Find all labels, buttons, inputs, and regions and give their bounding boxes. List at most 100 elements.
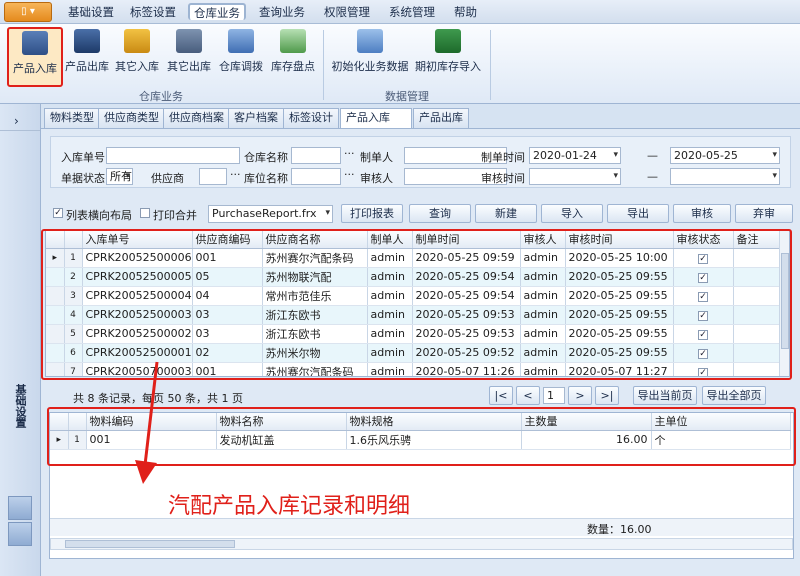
menu-basic-settings[interactable]: 基础设置 bbox=[64, 4, 118, 21]
detail-horizontal-scroll-thumb[interactable] bbox=[65, 540, 235, 548]
forklift-icon bbox=[124, 29, 150, 53]
panel-divider bbox=[0, 130, 40, 131]
panel-nav-block-2[interactable] bbox=[8, 522, 32, 546]
init-gear-icon bbox=[357, 29, 383, 53]
panel-nav-block[interactable] bbox=[8, 496, 32, 520]
product-in-button[interactable]: 产品入库 bbox=[7, 27, 63, 87]
tab-label-design[interactable]: 标签设计 bbox=[283, 108, 339, 128]
audit-button[interactable]: 审核 bbox=[673, 204, 731, 223]
stocktake-button[interactable]: 库存盘点 bbox=[270, 27, 316, 85]
warehouse-transfer-label: 仓库调拨 bbox=[219, 60, 263, 73]
report-template-select[interactable]: PurchaseReport.frx bbox=[208, 205, 333, 223]
print-report-button[interactable]: 打印报表 bbox=[341, 204, 403, 223]
opening-stock-import-label: 期初库存导入 bbox=[415, 60, 481, 73]
other-out-label: 其它出库 bbox=[167, 60, 211, 73]
maker-label: 制单人 bbox=[360, 151, 393, 164]
menu-query-business[interactable]: 查询业务 bbox=[255, 4, 309, 21]
left-panel-label: 基础设置 bbox=[14, 384, 27, 428]
import-button[interactable]: 导入 bbox=[541, 204, 603, 223]
wh-name-label: 仓库名称 bbox=[244, 151, 288, 164]
menu-permission[interactable]: 权限管理 bbox=[320, 4, 374, 21]
inventory-check-icon bbox=[280, 29, 306, 53]
pager-next-button[interactable]: > bbox=[568, 386, 592, 405]
auditor-label: 审核人 bbox=[360, 172, 393, 185]
pager-prev-button[interactable]: < bbox=[516, 386, 540, 405]
export-button[interactable]: 导出 bbox=[607, 204, 669, 223]
layout-checkbox-label: 列表横向布局 bbox=[66, 209, 132, 222]
excel-icon bbox=[435, 29, 461, 53]
unaudit-button[interactable]: 弃审 bbox=[735, 204, 793, 223]
tab-supplier-type[interactable]: 供应商类型 bbox=[98, 108, 165, 128]
document-tabs: 物料类型 供应商类型 供应商档案 客户档案 标签设计 产品入库 ✕ 产品出库 bbox=[41, 108, 800, 142]
transfer-document-icon bbox=[228, 29, 254, 53]
pager-last-button[interactable]: >| bbox=[595, 386, 619, 405]
annotation-arrow-icon bbox=[135, 361, 159, 484]
pager-first-button[interactable]: |< bbox=[489, 386, 513, 405]
init-data-button[interactable]: 初始化业务数据 bbox=[330, 27, 410, 85]
expand-chevron-icon[interactable]: › bbox=[14, 114, 19, 128]
make-time-dash: — bbox=[647, 149, 658, 162]
other-in-button[interactable]: 其它入库 bbox=[114, 27, 160, 85]
warehouse-transfer-button[interactable]: 仓库调拨 bbox=[218, 27, 264, 85]
supplier-input[interactable] bbox=[199, 168, 227, 185]
group-label-warehouse: 仓库业务 bbox=[139, 90, 183, 103]
tab-product-in-label: 产品入库 bbox=[346, 111, 390, 124]
init-data-label: 初始化业务数据 bbox=[331, 60, 409, 73]
menu-help[interactable]: 帮助 bbox=[450, 4, 481, 21]
in-no-input[interactable] bbox=[106, 147, 240, 164]
supplier-ellipsis-button[interactable]: ··· bbox=[230, 168, 241, 181]
make-time-from-picker[interactable]: 2020-01-24 bbox=[529, 147, 621, 164]
in-no-label: 入库单号 bbox=[61, 151, 105, 164]
wh-name-ellipsis-button[interactable]: ··· bbox=[344, 147, 355, 160]
detail-horizontal-scrollbar[interactable] bbox=[50, 538, 793, 550]
other-out-button[interactable]: 其它出库 bbox=[166, 27, 212, 85]
merge-print-checkbox[interactable] bbox=[140, 208, 150, 218]
app-menu-button[interactable]: ▯ ▾ bbox=[4, 2, 52, 22]
product-out-button[interactable]: 产品出库 bbox=[64, 27, 110, 85]
tab-customer-archive[interactable]: 客户档案 bbox=[228, 108, 284, 128]
tab-product-out[interactable]: 产品出库 bbox=[413, 108, 469, 128]
query-button[interactable]: 查询 bbox=[409, 204, 471, 223]
detail-footer: 数量：16.00 bbox=[50, 518, 793, 536]
other-in-label: 其它入库 bbox=[115, 60, 159, 73]
menu-bar: ▯ ▾ 基础设置 标签设置 仓库业务 查询业务 权限管理 系统管理 帮助 bbox=[0, 0, 800, 24]
left-collapsed-panel[interactable]: › 基础设置 bbox=[0, 104, 41, 576]
product-in-label: 产品入库 bbox=[13, 62, 57, 75]
content-area: 入库单号 仓库名称 ··· 制单人 制单时间 2020-01-24 — 2020… bbox=[41, 128, 800, 576]
truck-icon bbox=[74, 29, 100, 53]
make-time-to-picker[interactable]: 2020-05-25 bbox=[670, 147, 780, 164]
supplier-label: 供应商 bbox=[151, 172, 184, 185]
product-in-icon bbox=[22, 31, 48, 55]
loc-name-label: 库位名称 bbox=[244, 172, 288, 185]
loc-name-ellipsis-button[interactable]: ··· bbox=[344, 168, 355, 181]
ribbon-group-separator-2 bbox=[490, 30, 491, 100]
merge-print-label: 打印合并 bbox=[153, 209, 197, 222]
audit-time-label: 审核时间 bbox=[481, 172, 525, 185]
audit-time-to-picker[interactable] bbox=[670, 168, 780, 185]
audit-time-from-picker[interactable] bbox=[529, 168, 621, 185]
layout-checkbox[interactable]: ✓ bbox=[53, 208, 63, 218]
wh-name-input[interactable] bbox=[291, 147, 341, 164]
status-label: 单据状态 bbox=[61, 172, 105, 185]
annotation-text: 汽配产品入库记录和明细 bbox=[168, 494, 411, 519]
export-all-pages-button[interactable]: 导出全部页 bbox=[702, 386, 766, 405]
filter-panel: 入库单号 仓库名称 ··· 制单人 制单时间 2020-01-24 — 2020… bbox=[50, 136, 791, 188]
menu-label-settings[interactable]: 标签设置 bbox=[126, 4, 180, 21]
group-label-data: 数据管理 bbox=[385, 90, 429, 103]
export-current-page-button[interactable]: 导出当前页 bbox=[633, 386, 697, 405]
audit-time-dash: — bbox=[647, 170, 658, 183]
product-out-label: 产品出库 bbox=[65, 60, 109, 73]
new-button[interactable]: 新建 bbox=[475, 204, 537, 223]
menu-system[interactable]: 系统管理 bbox=[385, 4, 439, 21]
menu-warehouse-business[interactable]: 仓库业务 bbox=[188, 3, 246, 20]
make-time-label: 制单时间 bbox=[481, 151, 525, 164]
tab-material-type[interactable]: 物料类型 bbox=[44, 108, 100, 128]
pager-page-input[interactable]: 1 bbox=[543, 387, 565, 404]
tab-product-in[interactable]: 产品入库 ✕ bbox=[340, 108, 412, 142]
opening-stock-import-button[interactable]: 期初库存导入 bbox=[413, 27, 483, 85]
loc-name-input[interactable] bbox=[291, 168, 341, 185]
inbound-grid-highlight bbox=[41, 229, 792, 380]
delivery-truck-icon bbox=[176, 29, 202, 53]
status-select[interactable]: 所有 bbox=[106, 168, 133, 185]
tab-supplier-archive[interactable]: 供应商档案 bbox=[163, 108, 230, 128]
